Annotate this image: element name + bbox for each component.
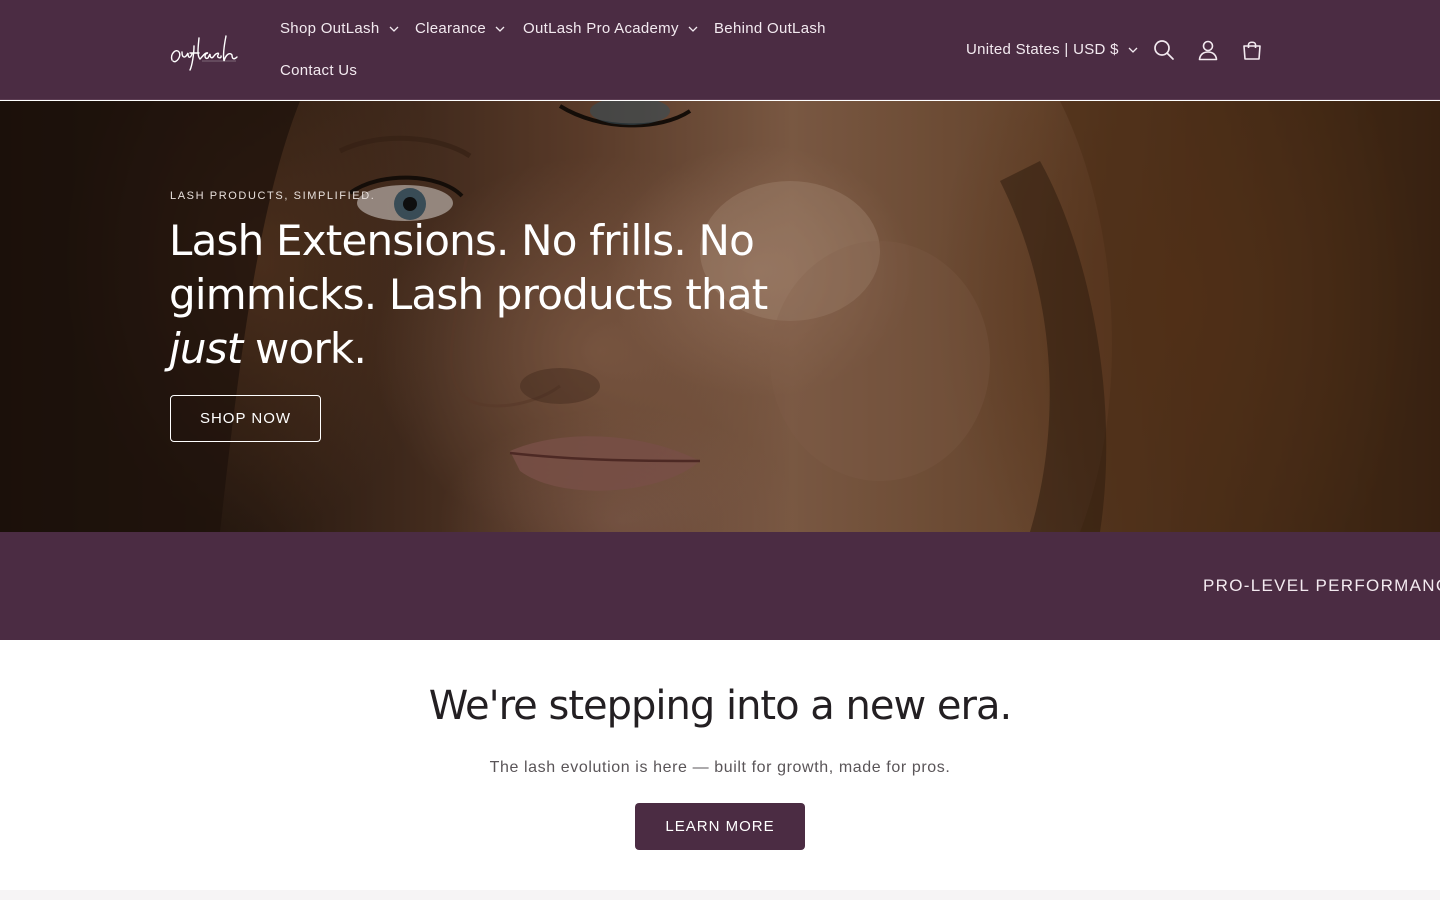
- learn-more-button[interactable]: LEARN MORE: [635, 803, 805, 850]
- nav-label: Clearance: [415, 20, 487, 37]
- hero-title-part2: work.: [242, 324, 367, 373]
- hero-title-emphasis: just: [169, 324, 243, 373]
- hero-banner: LASH PRODUCTS, SIMPLIFIED. Lash Extensio…: [0, 101, 1440, 532]
- announcement-marquee: PRO-LEVEL PERFORMANCE: [0, 532, 1440, 640]
- chevron-down-icon: [1128, 47, 1138, 53]
- new-era-section: We're stepping into a new era. The lash …: [0, 640, 1440, 890]
- nav-behind-outlash[interactable]: Behind OutLash: [714, 20, 826, 37]
- hero-title: Lash Extensions. No frills. No gimmicks.…: [169, 214, 829, 376]
- chevron-down-icon: [688, 26, 698, 32]
- hero-title-part1: Lash Extensions. No frills. No gimmicks.…: [169, 216, 768, 319]
- locale-label: United States | USD $: [966, 41, 1119, 58]
- nav-label: OutLash Pro Academy: [523, 20, 679, 37]
- logo-mark: [170, 35, 238, 71]
- hero-eyebrow: LASH PRODUCTS, SIMPLIFIED.: [170, 190, 376, 202]
- account-icon[interactable]: [1196, 38, 1220, 62]
- nav-shop-outlash[interactable]: Shop OutLash: [280, 20, 399, 37]
- nav-label: Behind OutLash: [714, 20, 826, 37]
- nav-label: Contact Us: [280, 62, 358, 79]
- search-icon[interactable]: [1152, 38, 1176, 62]
- site-header: Shop OutLash Clearance OutLash Pro Acade…: [0, 0, 1440, 100]
- chevron-down-icon: [495, 26, 505, 32]
- nav-outlash-pro-academy[interactable]: OutLash Pro Academy: [523, 20, 698, 37]
- outlash-logo[interactable]: [168, 26, 242, 74]
- era-title: We're stepping into a new era.: [428, 683, 1012, 729]
- era-subtitle: The lash evolution is here — built for g…: [489, 759, 951, 776]
- nav-contact-us[interactable]: Contact Us: [280, 62, 357, 79]
- chevron-down-icon: [389, 26, 399, 32]
- next-section-edge: [0, 890, 1440, 900]
- cart-icon[interactable]: [1240, 38, 1264, 62]
- nav-clearance[interactable]: Clearance: [415, 20, 505, 37]
- shop-now-button[interactable]: SHOP NOW: [170, 395, 321, 442]
- country-currency-selector[interactable]: United States | USD $: [966, 41, 1138, 58]
- marquee-text: PRO-LEVEL PERFORMANCE: [1203, 576, 1440, 595]
- nav-label: Shop OutLash: [280, 20, 380, 37]
